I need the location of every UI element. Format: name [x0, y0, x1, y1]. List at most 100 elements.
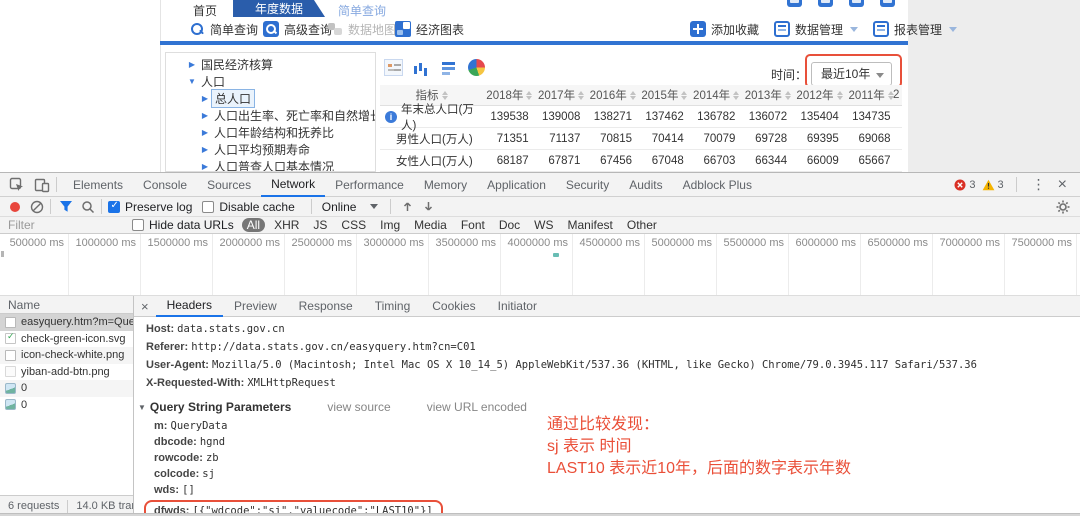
devtools-tab-security[interactable]: Security — [556, 173, 619, 197]
detail-tab-response[interactable]: Response — [288, 296, 364, 317]
triangle-down-icon[interactable]: ▼ — [138, 403, 146, 412]
inspect-element-icon[interactable] — [9, 177, 25, 193]
time-range-dropdown[interactable]: 最近10年 — [811, 62, 892, 86]
filter-type-manifest[interactable]: Manifest — [563, 218, 618, 232]
toolbar-economic-chart-button[interactable]: 经济图表 — [395, 17, 464, 41]
sidebar-item[interactable]: ▶人口年龄结构和抚养比 — [166, 124, 375, 141]
toolbar-search-button[interactable]: 简单查询 — [190, 17, 258, 41]
toolbar-data-manage-button[interactable]: 数据管理 — [774, 17, 858, 41]
copy-icon[interactable] — [818, 0, 833, 7]
toolbar-data-map-button[interactable]: 数据地图 — [327, 17, 396, 41]
filter-type-other[interactable]: Other — [622, 218, 662, 232]
devtools-tab-network[interactable]: Network — [261, 173, 325, 197]
filter-type-js[interactable]: JS — [308, 218, 332, 232]
detail-tab-initiator[interactable]: Initiator — [487, 296, 548, 317]
column-header[interactable]: 2013年 — [742, 87, 794, 103]
view-url-encoded-link[interactable]: view URL encoded — [427, 400, 527, 414]
device-toolbar-icon[interactable] — [34, 177, 50, 193]
timeline-tick-label: 2000000 ms — [210, 237, 280, 249]
throttling-value: Online — [322, 200, 357, 214]
column-header[interactable]: 2017年 — [536, 87, 588, 103]
devtools-tab-sources[interactable]: Sources — [197, 173, 261, 197]
close-detail-icon[interactable]: × — [134, 299, 156, 314]
sidebar-item[interactable]: ▶总人口 — [166, 90, 375, 107]
filter-type-font[interactable]: Font — [456, 218, 490, 232]
export-har-icon[interactable] — [422, 200, 435, 213]
network-overview-timeline[interactable]: 500000 ms1000000 ms1500000 ms2000000 ms2… — [0, 234, 1080, 296]
requests-name-header[interactable]: Name — [0, 296, 133, 314]
param-key: wds: — [154, 484, 182, 496]
warning-badge[interactable]: 3 — [982, 179, 1004, 191]
detail-tab-cookies[interactable]: Cookies — [421, 296, 486, 317]
filter-type-xhr[interactable]: XHR — [269, 218, 304, 232]
annotation-text: 通过比较发现：sj 表示 时间LAST10 表示近10年，后面的数字表示年数 — [547, 414, 851, 480]
request-row[interactable]: check-green-icon.svg — [0, 331, 133, 348]
devtools-tab-application[interactable]: Application — [477, 173, 556, 197]
share-icon[interactable] — [880, 0, 895, 7]
devtools-tab-performance[interactable]: Performance — [325, 173, 414, 197]
view-source-link[interactable]: view source — [327, 400, 390, 414]
request-row[interactable]: yiban-add-btn.png — [0, 364, 133, 381]
import-har-icon[interactable] — [401, 200, 414, 213]
request-row[interactable]: icon-check-white.png — [0, 347, 133, 364]
devtools-tab-adblock-plus[interactable]: Adblock Plus — [673, 173, 762, 197]
more-options-icon[interactable]: ⋮ — [1029, 176, 1049, 193]
column-header[interactable]: 2012年 — [794, 87, 846, 103]
detail-tab-headers[interactable]: Headers — [156, 296, 223, 317]
toolbar-add-favorite-button[interactable]: 添加收藏 — [690, 17, 759, 41]
info-icon[interactable]: i — [385, 111, 397, 123]
save-icon[interactable] — [787, 0, 802, 7]
sidebar-item[interactable]: ▼人口 — [166, 73, 375, 90]
hbar-chart-icon[interactable] — [440, 59, 459, 76]
sidebar-item[interactable]: ▶人口普查人口基本情况 — [166, 158, 375, 172]
sidebar-item[interactable]: ▶人口平均预期寿命 — [166, 141, 375, 158]
devtools-tab-memory[interactable]: Memory — [414, 173, 477, 197]
sidebar-item[interactable]: ▶人口出生率、死亡率和自然增长率 — [166, 107, 375, 124]
hide-data-urls-checkbox[interactable] — [132, 219, 144, 231]
record-icon[interactable] — [10, 202, 20, 212]
preserve-log-checkbox[interactable] — [108, 201, 120, 213]
request-row[interactable]: 0 — [0, 397, 133, 414]
filter-type-img[interactable]: Img — [375, 218, 405, 232]
filter-type-css[interactable]: CSS — [336, 218, 371, 232]
detail-tab-preview[interactable]: Preview — [223, 296, 288, 317]
filter-type-media[interactable]: Media — [409, 218, 452, 232]
settings-gear-icon[interactable] — [1056, 200, 1070, 217]
preserve-log-label: Preserve log — [125, 200, 192, 214]
column-header[interactable]: 2011年 — [846, 87, 898, 103]
toolbar-advanced-search-button[interactable]: 高级查询 — [263, 17, 332, 41]
bar-chart-icon[interactable] — [412, 59, 431, 76]
clear-icon[interactable] — [30, 200, 44, 214]
column-header[interactable]: 2016年 — [587, 87, 639, 103]
filter-type-all[interactable]: All — [242, 218, 265, 232]
close-devtools-icon[interactable]: × — [1055, 176, 1070, 194]
column-header[interactable]: 2015年 — [639, 87, 691, 103]
filter-input[interactable] — [8, 218, 126, 232]
disable-cache-checkbox[interactable] — [202, 201, 214, 213]
nav-tab-2[interactable]: 年度数据 — [233, 0, 325, 17]
request-row[interactable]: easyquery.htm?m=Query... — [0, 314, 133, 331]
error-badge[interactable]: 3 — [954, 179, 975, 191]
filter-type-doc[interactable]: Doc — [494, 218, 525, 232]
toolbar-report-manage-button[interactable]: 报表管理 — [873, 17, 957, 41]
request-row[interactable]: 0 — [0, 380, 133, 397]
column-header[interactable]: 2018年 — [484, 87, 536, 103]
value-cell: 69068 — [846, 133, 898, 145]
detail-tab-timing[interactable]: Timing — [364, 296, 422, 317]
timeline-tick-label: 4500000 ms — [570, 237, 640, 249]
print-icon[interactable] — [849, 0, 864, 7]
devtools-tab-console[interactable]: Console — [133, 173, 197, 197]
filter-icon[interactable] — [59, 200, 73, 213]
search-icon[interactable] — [81, 200, 95, 214]
filter-type-ws[interactable]: WS — [529, 218, 558, 232]
sidebar-item[interactable]: ▶国民经济核算 — [166, 56, 375, 73]
population-table: 指标2018年2017年2016年2015年2014年2013年2012年201… — [380, 85, 902, 172]
throttling-dropdown[interactable]: Online — [322, 200, 379, 214]
devtools-tab-elements[interactable]: Elements — [63, 173, 133, 197]
pie-chart-icon[interactable] — [468, 59, 485, 76]
triangle-right-icon: ▶ — [199, 128, 211, 137]
table-view-icon[interactable] — [384, 59, 403, 76]
column-header[interactable]: 2014年 — [691, 87, 743, 103]
devtools-tab-audits[interactable]: Audits — [619, 173, 672, 197]
time-range-value: 最近10年 — [821, 67, 870, 81]
